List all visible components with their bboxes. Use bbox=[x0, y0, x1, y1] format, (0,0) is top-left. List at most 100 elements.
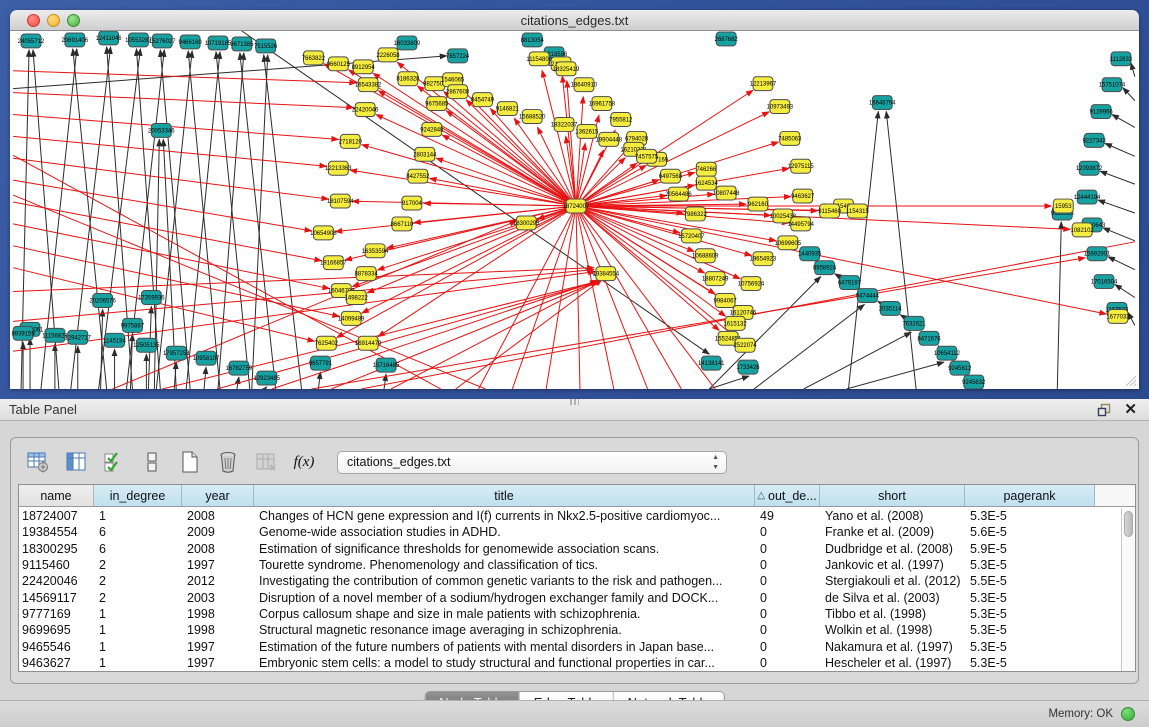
cell-short[interactable]: Nakamura et al. (1997) bbox=[820, 640, 965, 654]
cell-out_de[interactable]: 0 bbox=[755, 591, 820, 605]
cell-short[interactable]: Stergiakouli et al. (2012) bbox=[820, 574, 965, 588]
cell-name[interactable]: 19384554 bbox=[19, 525, 94, 539]
cell-name[interactable]: 9777169 bbox=[19, 607, 94, 621]
cell-in_degree[interactable]: 1 bbox=[94, 607, 182, 621]
cell-year[interactable]: 2008 bbox=[182, 509, 254, 523]
cell-pagerank[interactable]: 5.3E-5 bbox=[965, 640, 1095, 654]
cell-in_degree[interactable]: 2 bbox=[94, 558, 182, 572]
memory-indicator-icon[interactable] bbox=[1121, 707, 1135, 721]
cell-short[interactable]: Wolkin et al. (1998) bbox=[820, 623, 965, 637]
table-row[interactable]: 946554611997Estimation of the future num… bbox=[19, 638, 1121, 654]
cell-year[interactable]: 2008 bbox=[182, 542, 254, 556]
row-height-icon[interactable] bbox=[139, 449, 165, 475]
table-row[interactable]: 911546021997Tourette syndrome. Phenomeno… bbox=[19, 557, 1121, 573]
cell-title[interactable]: Disruption of a novel member of a sodium… bbox=[254, 591, 755, 605]
column-header-year[interactable]: year bbox=[182, 485, 254, 506]
cell-out_de[interactable]: 49 bbox=[755, 509, 820, 523]
cell-pagerank[interactable]: 5.5E-5 bbox=[965, 574, 1095, 588]
cell-out_de[interactable]: 0 bbox=[755, 574, 820, 588]
cell-name[interactable]: 14569117 bbox=[19, 591, 94, 605]
table-settings-icon[interactable] bbox=[25, 449, 51, 475]
cell-year[interactable]: 2012 bbox=[182, 574, 254, 588]
table-row[interactable]: 1872400712008Changes of HCN gene express… bbox=[19, 508, 1121, 524]
cell-out_de[interactable]: 0 bbox=[755, 656, 820, 670]
cell-year[interactable]: 2003 bbox=[182, 591, 254, 605]
cell-in_degree[interactable]: 6 bbox=[94, 525, 182, 539]
cell-out_de[interactable]: 0 bbox=[755, 558, 820, 572]
cell-name[interactable]: 9463627 bbox=[19, 656, 94, 670]
cell-out_de[interactable]: 0 bbox=[755, 623, 820, 637]
cell-title[interactable]: Investigating the contribution of common… bbox=[254, 574, 755, 588]
table-select-dropdown[interactable]: citations_edges.txt ▲▼ bbox=[337, 451, 727, 474]
cell-in_degree[interactable]: 1 bbox=[94, 656, 182, 670]
cell-pagerank[interactable]: 5.3E-5 bbox=[965, 558, 1095, 572]
cell-pagerank[interactable]: 5.3E-5 bbox=[965, 623, 1095, 637]
cell-name[interactable]: 18724007 bbox=[19, 509, 94, 523]
cell-short[interactable]: Yano et al. (2008) bbox=[820, 509, 965, 523]
new-table-icon[interactable] bbox=[177, 449, 203, 475]
cell-pagerank[interactable]: 5.3E-5 bbox=[965, 509, 1095, 523]
cell-in_degree[interactable]: 1 bbox=[94, 623, 182, 637]
cell-year[interactable]: 1998 bbox=[182, 607, 254, 621]
table-row[interactable]: 1456911722003Disruption of a novel membe… bbox=[19, 589, 1121, 605]
cell-title[interactable]: Estimation of the future numbers of pati… bbox=[254, 640, 755, 654]
cell-out_de[interactable]: 0 bbox=[755, 525, 820, 539]
cell-title[interactable]: Estimation of significance thresholds fo… bbox=[254, 542, 755, 556]
cell-out_de[interactable]: 0 bbox=[755, 640, 820, 654]
column-header-name[interactable]: name bbox=[19, 485, 94, 506]
column-header-title[interactable]: title bbox=[254, 485, 755, 506]
vertical-scrollbar[interactable] bbox=[1121, 508, 1135, 671]
splitter-grip[interactable] bbox=[570, 399, 579, 405]
column-header-pagerank[interactable]: pagerank bbox=[965, 485, 1095, 506]
cell-in_degree[interactable]: 2 bbox=[94, 574, 182, 588]
canvas-resize-grip[interactable] bbox=[1123, 373, 1137, 387]
cell-in_degree[interactable]: 6 bbox=[94, 542, 182, 556]
cell-year[interactable]: 1997 bbox=[182, 640, 254, 654]
cell-pagerank[interactable]: 5.6E-5 bbox=[965, 525, 1095, 539]
cell-name[interactable]: 9699695 bbox=[19, 623, 94, 637]
cell-in_degree[interactable]: 2 bbox=[94, 591, 182, 605]
cell-pagerank[interactable]: 5.3E-5 bbox=[965, 591, 1095, 605]
cell-title[interactable]: Changes of HCN gene expression and I(f) … bbox=[254, 509, 755, 523]
close-panel-icon[interactable]: ✕ bbox=[1124, 400, 1137, 418]
cell-year[interactable]: 1997 bbox=[182, 656, 254, 670]
show-columns-icon[interactable] bbox=[63, 449, 89, 475]
cell-pagerank[interactable]: 5.9E-5 bbox=[965, 542, 1095, 556]
cell-name[interactable]: 9465546 bbox=[19, 640, 94, 654]
table-row[interactable]: 1938455462009Genome-wide association stu… bbox=[19, 524, 1121, 540]
cell-title[interactable]: Embryonic stem cells: a model to study s… bbox=[254, 656, 755, 670]
table-row[interactable]: 969969511998Structural magnetic resonanc… bbox=[19, 622, 1121, 638]
table-row[interactable]: 2242004622012Investigating the contribut… bbox=[19, 573, 1121, 589]
cell-title[interactable]: Structural magnetic resonance image aver… bbox=[254, 623, 755, 637]
cell-short[interactable]: Dudbridge et al. (2008) bbox=[820, 542, 965, 556]
cell-title[interactable]: Corpus callosum shape and size in male p… bbox=[254, 607, 755, 621]
scrollbar-thumb[interactable] bbox=[1124, 511, 1133, 537]
network-canvas[interactable]: 2405571220691406124110461055328715276027… bbox=[10, 31, 1139, 389]
cell-name[interactable]: 18300295 bbox=[19, 542, 94, 556]
cell-short[interactable]: Tibbo et al. (1998) bbox=[820, 607, 965, 621]
cell-title[interactable]: Genome-wide association studies in ADHD. bbox=[254, 525, 755, 539]
cell-out_de[interactable]: 0 bbox=[755, 607, 820, 621]
table-row[interactable]: 1830029562008Estimation of significance … bbox=[19, 541, 1121, 557]
cell-year[interactable]: 1997 bbox=[182, 558, 254, 572]
cell-out_de[interactable]: 0 bbox=[755, 542, 820, 556]
cell-name[interactable]: 22420046 bbox=[19, 574, 94, 588]
cell-in_degree[interactable]: 1 bbox=[94, 509, 182, 523]
cell-short[interactable]: Hescheler et al. (1997) bbox=[820, 656, 965, 670]
table-row[interactable]: 977716911998Corpus callosum shape and si… bbox=[19, 606, 1121, 622]
select-rows-icon[interactable] bbox=[101, 449, 127, 475]
cell-in_degree[interactable]: 1 bbox=[94, 640, 182, 654]
cell-short[interactable]: Jankovic et al. (1997) bbox=[820, 558, 965, 572]
function-builder-icon[interactable]: f(x) bbox=[291, 449, 317, 475]
cell-name[interactable]: 9115460 bbox=[19, 558, 94, 572]
column-header-in_degree[interactable]: in_degree bbox=[94, 485, 182, 506]
cell-year[interactable]: 1998 bbox=[182, 623, 254, 637]
column-header-out_de[interactable]: △out_de... bbox=[755, 485, 820, 506]
network-window-titlebar[interactable]: citations_edges.txt bbox=[10, 10, 1139, 31]
cell-short[interactable]: de Silva et al. (2003) bbox=[820, 591, 965, 605]
delete-table-icon[interactable] bbox=[215, 449, 241, 475]
cell-short[interactable]: Franke et al. (2009) bbox=[820, 525, 965, 539]
float-panel-icon[interactable] bbox=[1097, 403, 1111, 417]
cell-pagerank[interactable]: 5.3E-5 bbox=[965, 656, 1095, 670]
column-header-short[interactable]: short bbox=[820, 485, 965, 506]
